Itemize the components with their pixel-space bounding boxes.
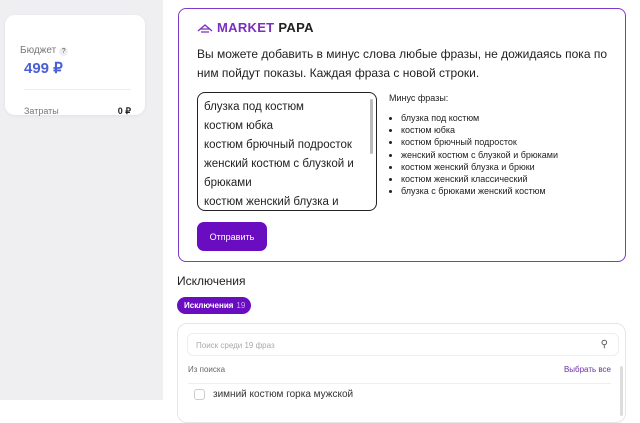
minus-item: костюм женский блузка и брюки [401,161,558,173]
spent-value: 0 ₽ [117,106,131,116]
minus-phrases-panel: MARKET PAPA Вы можете добавить в минус сл… [178,8,626,262]
logo-icon [197,23,213,33]
logo: MARKET PAPA [197,20,314,35]
tab-count: 19 [236,301,246,310]
from-search-label: Из поиска [188,365,226,374]
budget-label: Бюджет [20,45,57,56]
minus-item: костюм женский классический [401,173,558,185]
minus-list: блузка под костюмкостюм юбкакостюм брючн… [401,112,558,197]
list-item[interactable]: зимний костюм горка мужской [194,389,353,400]
minus-item: костюм юбка [401,124,558,136]
send-button[interactable]: Отправить [197,222,267,251]
budget-card: Бюджет? 499 ₽ Затраты 0 ₽ [5,15,145,116]
minus-item: женский костюм с блузкой и брюками [401,149,558,161]
spent-label: Затраты [24,106,59,116]
sidebar: Бюджет? 499 ₽ Затраты 0 ₽ [0,0,163,400]
minus-title: Минус фразы: [389,93,449,103]
scrollbar[interactable] [620,366,623,416]
budget-value: 499 ₽ [24,60,63,77]
search-icon[interactable]: ⚲ [601,339,608,350]
divider [188,383,611,384]
minus-item: костюм брючный подросток [401,136,558,148]
scrollbar[interactable] [370,99,373,154]
search-input[interactable]: Поиск среди 19 фраз ⚲ [187,333,619,356]
select-all-link[interactable]: Выбрать все [564,365,611,374]
minus-phrases-textarea[interactable]: блузка под костюм костюм юбка костюм брю… [197,92,377,211]
help-icon[interactable]: ? [59,47,69,56]
exclusions-title: Исключения [177,274,246,288]
exclusions-list-card: Поиск среди 19 фраз ⚲ Из поиска Выбрать в… [177,323,626,423]
minus-item: блузка с брюками женский костюм [401,185,558,197]
minus-item: блузка под костюм [401,112,558,124]
divider [24,89,131,90]
checkbox[interactable] [194,389,205,400]
tab-exclusions[interactable]: Исключения 19 [177,297,251,314]
description: Вы можете добавить в минус слова любые ф… [197,47,607,80]
